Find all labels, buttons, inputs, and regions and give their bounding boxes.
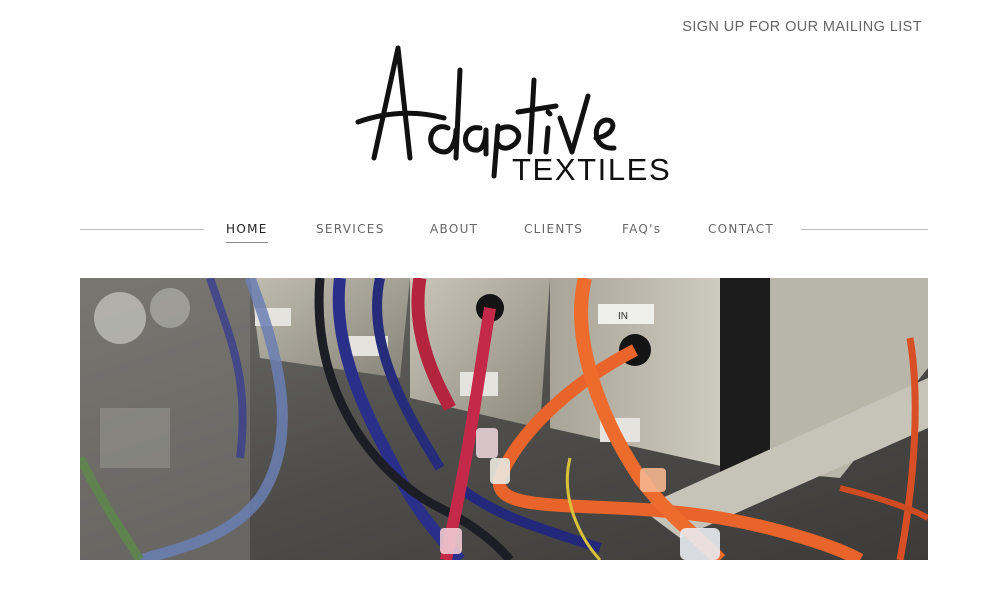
nav-divider-left: [80, 229, 204, 230]
nav-item-contact[interactable]: CONTACT: [708, 222, 774, 236]
nav-divider-right: [801, 229, 928, 230]
site-logo[interactable]: TEXTILES: [352, 40, 670, 190]
nav-item-home[interactable]: HOME: [226, 222, 268, 243]
hero-photo-tubes: IN: [80, 278, 928, 560]
hero-image: IN: [80, 278, 928, 560]
nav-item-services[interactable]: SERVICES: [316, 222, 385, 236]
in-port-label: IN: [618, 311, 628, 322]
nav-item-faqs[interactable]: FAQ's: [622, 222, 661, 236]
logo-subtitle: TEXTILES: [512, 152, 672, 187]
nav-item-clients[interactable]: CLIENTS: [524, 222, 583, 236]
mailing-list-link[interactable]: SIGN UP FOR OUR MAILING LIST: [682, 19, 922, 35]
nav-item-about[interactable]: ABOUT: [430, 222, 478, 236]
main-navigation: HOME SERVICES ABOUT CLIENTS FAQ's CONTAC…: [80, 220, 928, 243]
